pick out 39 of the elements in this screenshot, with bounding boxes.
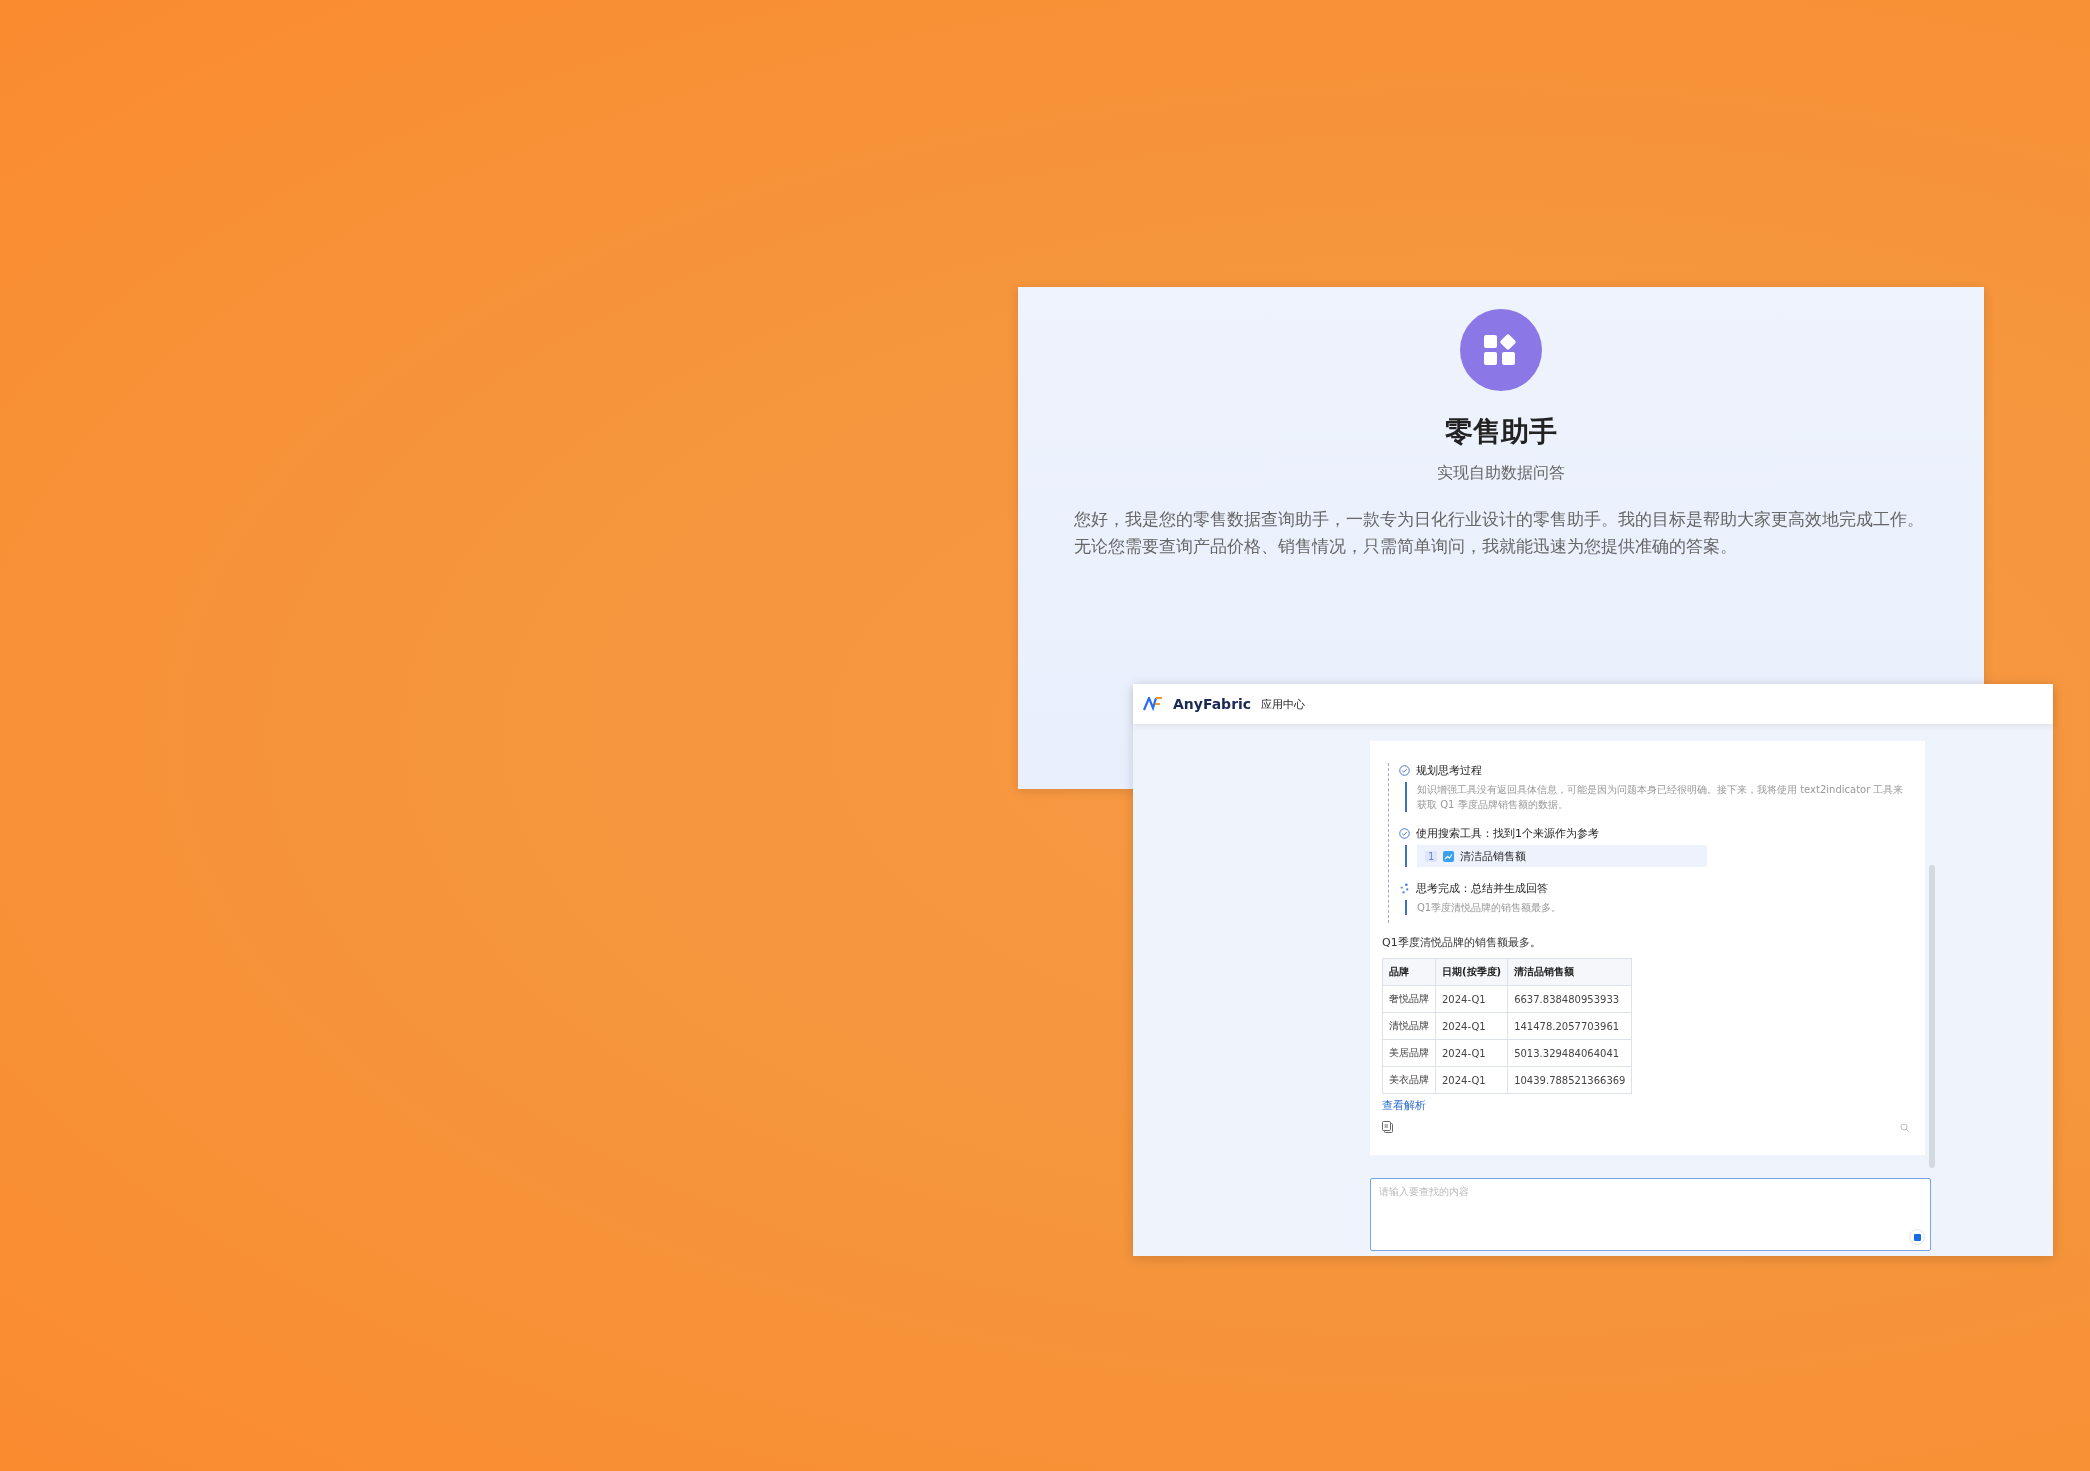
source-chip[interactable]: 1 清洁品销售额 <box>1417 845 1707 867</box>
chart-icon <box>1443 850 1455 862</box>
table-cell: 美衣品牌 <box>1382 1066 1436 1094</box>
table-cell: 2024-Q1 <box>1435 1066 1508 1094</box>
sparkle-dots-icon <box>1399 883 1410 894</box>
table-cell: 6637.838480953933 <box>1507 985 1632 1013</box>
step-description: 知识增强工具没有返回具体信息，可能是因为问题本身已经很明确。接下来，我将使用 text2indicator 工具来获取 Q1 季度品牌销售额的数据。 <box>1417 783 1905 812</box>
table-cell: 奢悦品牌 <box>1382 985 1436 1013</box>
step-description: Q1季度清悦品牌的销售额最多。 <box>1417 901 1563 915</box>
step-title: 使用搜索工具：找到1个来源作为参考 <box>1416 826 1599 841</box>
answer-text: Q1季度清悦品牌的销售额最多。 <box>1382 935 1542 950</box>
column-header: 清洁品销售额 <box>1507 958 1632 986</box>
table-cell: 清悦品牌 <box>1382 1012 1436 1040</box>
assistant-subtitle: 实现自助数据问答 <box>1437 463 1565 484</box>
intro-text: 无论您需要查询产品价格、销售情况，只需简单询问，我就能迅速为您提供准确的答案。 <box>1074 535 1738 558</box>
table-cell: 2024-Q1 <box>1435 1012 1508 1040</box>
table-cell: 2024-Q1 <box>1435 1039 1508 1067</box>
check-circle-icon <box>1399 765 1410 776</box>
assistant-title: 零售助手 <box>1445 414 1557 450</box>
column-header: 日期(按季度) <box>1435 958 1508 986</box>
nav-link[interactable]: 应用中心 <box>1261 696 1306 712</box>
step-title: 规划思考过程 <box>1416 763 1482 778</box>
intro-text: 您好，我是您的零售数据查询助手，一款专为日化行业设计的零售助手。我的目标是帮助大家更高效地完成工作。 <box>1074 508 1925 531</box>
table-cell: 2024-Q1 <box>1435 985 1508 1013</box>
source-index: 1 <box>1425 850 1438 862</box>
source-name: 清洁品销售额 <box>1460 848 1527 864</box>
copy-icon[interactable] <box>1382 1121 1393 1133</box>
step-title: 思考完成：总结并生成回答 <box>1416 881 1548 896</box>
grid-shapes-icon <box>1460 309 1542 391</box>
table-cell: 5013.329484064041 <box>1507 1039 1632 1067</box>
table-cell: 10439.788521366369 <box>1507 1066 1632 1094</box>
check-circle-icon <box>1399 828 1410 839</box>
brand-name: AnyFabric <box>1173 696 1252 712</box>
table-cell: 141478.2057703961 <box>1507 1012 1632 1040</box>
table-cell: 美居品牌 <box>1382 1039 1436 1067</box>
column-header: 品牌 <box>1382 958 1436 986</box>
logo-icon <box>1143 697 1163 711</box>
scrollbar-thumb[interactable] <box>1929 865 1935 1168</box>
view-analysis-link[interactable]: 查看解析 <box>1382 1099 1426 1112</box>
